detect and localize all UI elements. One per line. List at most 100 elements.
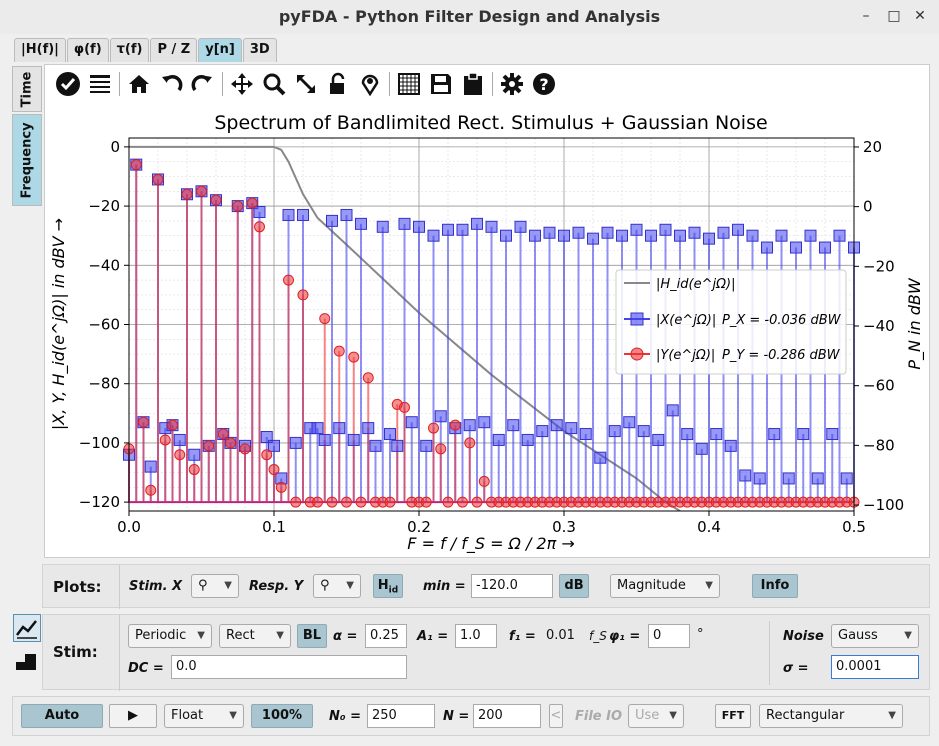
x-marker: [623, 416, 636, 429]
y-right-tick-label: −20: [863, 257, 895, 275]
tab-3d[interactable]: 3D: [242, 38, 277, 62]
db-toggle-button[interactable]: dB: [559, 574, 589, 598]
y-tick-label: −100: [79, 434, 120, 452]
info-button[interactable]: Info: [752, 574, 798, 598]
divider: [119, 565, 120, 609]
chevron-down-icon: ▼: [224, 580, 232, 591]
number-format-select[interactable]: Float ▼: [164, 704, 244, 728]
maximize-icon[interactable]: □: [880, 0, 908, 34]
legend-x-marker: [630, 312, 644, 326]
x-marker: [674, 229, 686, 242]
tab-pole-zero[interactable]: P / Z: [150, 38, 198, 62]
x-marker: [732, 223, 744, 236]
divider: [769, 621, 770, 685]
tab-magnitude[interactable]: |H(f)|: [14, 38, 66, 62]
play-icon: ▶: [128, 708, 138, 723]
zoom-full-icon[interactable]: [290, 69, 322, 99]
side-tab-time[interactable]: Time: [12, 66, 42, 112]
x-marker: [405, 416, 418, 429]
clipboard-icon[interactable]: [457, 69, 489, 99]
dc-input[interactable]: 0.0: [171, 655, 407, 679]
chevron-down-icon: ▼: [705, 580, 713, 591]
n0-label: N₀ =: [329, 709, 361, 724]
phi-input[interactable]: 0: [648, 624, 690, 648]
check-circle-icon[interactable]: [52, 69, 84, 99]
n0-input[interactable]: 250: [367, 704, 435, 728]
side-tab-time-label: Time: [19, 71, 35, 107]
marker-icon[interactable]: [354, 69, 386, 99]
stim-row: Stim: Periodic ▼ Rect ▼ BL α = 0.25 A₁ = 1…: [42, 614, 930, 691]
y-marker: [449, 419, 461, 431]
y-tick-label: −120: [79, 493, 120, 511]
y-marker: [297, 289, 309, 301]
side-tab-frequency[interactable]: Frequency: [12, 114, 42, 206]
gear-icon[interactable]: [496, 69, 528, 99]
x-marker: [391, 439, 404, 452]
y-right-tick-label: 0: [863, 198, 873, 216]
file-io-use-select[interactable]: Use ▼: [628, 704, 684, 728]
svg-text:?: ?: [539, 75, 548, 94]
undo-icon[interactable]: [155, 69, 187, 99]
auto-button[interactable]: Auto: [21, 704, 103, 728]
menu-lines-icon[interactable]: [84, 69, 116, 99]
sigma-input[interactable]: 0.0001: [831, 655, 919, 679]
a1-input[interactable]: 1.0: [455, 624, 497, 648]
x-marker: [507, 419, 520, 432]
run-button[interactable]: ▶: [109, 704, 157, 728]
x-marker: [761, 241, 773, 254]
stim-shape-select[interactable]: Rect ▼: [219, 624, 291, 648]
stim-x-style-select[interactable]: ⚲ ▼: [191, 574, 239, 598]
x-marker: [529, 229, 541, 242]
bl-toggle-button[interactable]: BL: [297, 624, 327, 648]
a1-label: A₁ =: [417, 629, 449, 644]
y-marker: [232, 200, 244, 212]
sigma-label: σ =: [783, 661, 809, 676]
x-marker: [536, 425, 549, 438]
stim-shape-value: Rect: [226, 628, 255, 643]
home-icon[interactable]: [123, 69, 155, 99]
noise-type-select[interactable]: Gauss ▼: [831, 624, 919, 648]
pan-icon[interactable]: [226, 69, 258, 99]
y-marker: [399, 401, 410, 413]
file-io-label: File IO: [575, 709, 623, 724]
x-marker: [384, 428, 396, 441]
save-icon[interactable]: [425, 69, 457, 99]
x-marker: [819, 241, 831, 254]
alpha-input[interactable]: 0.25: [365, 624, 407, 648]
min-input[interactable]: -120.0: [471, 574, 553, 598]
x-marker: [268, 439, 280, 452]
side-tabs: Time Frequency: [12, 66, 42, 208]
stim-type-select[interactable]: Periodic ▼: [128, 624, 212, 648]
x-marker: [420, 439, 433, 452]
x-marker: [695, 442, 708, 455]
x-marker: [492, 433, 505, 446]
close-icon[interactable]: ✕: [906, 0, 934, 34]
file-io-arrow-button[interactable]: <: [549, 704, 563, 728]
tab-group-delay[interactable]: τ(f): [109, 38, 150, 62]
plot-mode-select[interactable]: Magnitude ▼: [610, 574, 720, 598]
grid-icon[interactable]: [393, 69, 425, 99]
tab-phase[interactable]: φ(f): [66, 38, 109, 62]
window-select[interactable]: Rectangular ▼: [759, 704, 903, 728]
hid-toggle-button[interactable]: Hid: [373, 574, 403, 598]
redo-icon[interactable]: [187, 69, 219, 99]
y-marker: [188, 464, 200, 476]
minimize-icon[interactable]: –: [852, 0, 880, 34]
x-marker: [558, 229, 570, 242]
spectrum-chart[interactable]: 0.0 0.1 0.2 0.3 0.4 0.50−20−40−60−80−100−1202…: [44, 104, 930, 554]
f1-input[interactable]: 0.01: [541, 624, 581, 648]
x-marker: [565, 422, 578, 435]
zoom-icon[interactable]: [258, 69, 290, 99]
x-marker: [753, 472, 766, 485]
n-input[interactable]: 200: [473, 704, 541, 728]
help-icon[interactable]: ?: [528, 69, 560, 99]
step-plot-icon[interactable]: [13, 646, 41, 674]
x-marker: [500, 229, 512, 242]
fft-button[interactable]: FFT: [715, 704, 751, 728]
y-marker: [384, 496, 396, 508]
tab-impulse-response[interactable]: y[n]: [198, 38, 242, 62]
x-axis-label: F = f / f_S = Ω / 2π →: [407, 534, 574, 554]
resp-y-style-select[interactable]: ⚲ ▼: [313, 574, 361, 598]
line-plot-icon[interactable]: [13, 614, 41, 642]
lock-icon[interactable]: [322, 69, 354, 99]
